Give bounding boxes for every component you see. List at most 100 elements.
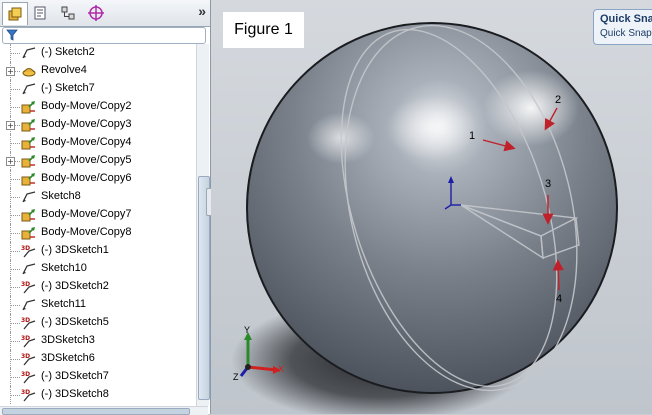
tree-connector (11, 305, 20, 306)
tree-item[interactable]: Body-Move/Copy4 (0, 134, 196, 152)
panel-tab-bar: » (0, 0, 210, 27)
tree-connector (11, 251, 20, 252)
quick-snaps-subtitle: Quick Snaps (600, 28, 652, 39)
more-tabs-button[interactable]: » (198, 3, 206, 19)
configuration-manager-tab[interactable] (56, 2, 80, 24)
feature-manager-tab[interactable] (2, 2, 28, 25)
tree-item[interactable]: Sketch8 (0, 188, 196, 206)
tree-item[interactable]: Body-Move/Copy6 (0, 170, 196, 188)
figure-label: Figure 1 (223, 12, 304, 48)
specular-highlight (385, 96, 477, 160)
tree-item-label: Sketch8 (41, 190, 81, 202)
tree-item[interactable]: 3D (-) 3DSketch8 (0, 386, 196, 404)
tree-item-label: 3DSketch3 (41, 334, 95, 346)
tree-item[interactable]: 3D (-) 3DSketch1 (0, 242, 196, 260)
tree-item[interactable]: Sketch11 (0, 296, 196, 314)
tree-item[interactable]: 3D (-) 3DSketch5 (0, 314, 196, 332)
sketch-icon (21, 297, 37, 313)
triad-z-label: Z (233, 372, 239, 382)
tree-item-label: Body-Move/Copy6 (41, 172, 132, 184)
tree-item[interactable]: + Body-Move/Copy5 (0, 152, 196, 170)
tree-item-label: Body-Move/Copy3 (41, 118, 132, 130)
tree-item-label: (-) 3DSketch1 (41, 244, 109, 256)
tree-item[interactable]: + Body-Move/Copy3 (0, 116, 196, 134)
callout-label-2: 2 (555, 94, 562, 106)
sketch3d-icon: 3D (21, 387, 37, 403)
tree-connector (11, 233, 20, 234)
sketch3d-icon: 3D (21, 369, 37, 385)
callout-label-3: 3 (545, 178, 552, 190)
tree-connector (11, 323, 20, 324)
tree-item-label: Body-Move/Copy5 (41, 154, 132, 166)
move-icon (21, 135, 37, 151)
tree-item[interactable]: (-) Sketch2 (0, 44, 196, 62)
tree-item-label: Body-Move/Copy2 (41, 100, 132, 112)
tree-item-label: Body-Move/Copy7 (41, 208, 132, 220)
tree-item[interactable]: (-) Sketch7 (0, 80, 196, 98)
feature-manager-panel: » (-) Sketch2 + Revolve4 (-) Sketch7 Body-Mo… (0, 0, 211, 415)
tree-item-label: (-) Sketch7 (41, 82, 95, 94)
property-manager-tab[interactable] (28, 2, 52, 24)
sketch-icon (21, 261, 37, 277)
tree-connector (11, 197, 20, 198)
feature-manager-tab-icon (8, 7, 22, 21)
tree-item-label: (-) Sketch2 (41, 46, 95, 58)
triad-y-label: Y (244, 325, 251, 335)
tree-item[interactable]: Body-Move/Copy7 (0, 206, 196, 224)
revolve-icon (21, 63, 37, 79)
tree-connector (11, 215, 20, 216)
move-icon (21, 171, 37, 187)
graphics-viewport[interactable]: Figure 1 Quick Snaps Quick Snaps 1 2 3 4… (211, 0, 652, 414)
tree-item-label: Body-Move/Copy4 (41, 136, 132, 148)
tree-filter-box[interactable] (2, 27, 206, 44)
move-icon (21, 225, 37, 241)
tree-item[interactable]: 3D 3DSketch6 (0, 350, 196, 368)
tree-connector (11, 89, 20, 90)
tree-item[interactable]: 3D (-) 3DSketch7 (0, 368, 196, 386)
tree-item[interactable]: Body-Move/Copy8 (0, 224, 196, 242)
tree-item-label: (-) 3DSketch5 (41, 316, 109, 328)
quick-snaps-title: Quick Snaps (600, 13, 652, 25)
property-manager-tab-icon (34, 6, 46, 20)
tree-connector (11, 143, 20, 144)
specular-highlight (483, 70, 579, 146)
callout-arrow-4 (552, 259, 564, 291)
tree-item[interactable]: + Revolve4 (0, 62, 196, 80)
sketch-icon (21, 45, 37, 61)
tree-connector (11, 53, 20, 54)
sketch3d-icon: 3D (21, 243, 37, 259)
sketch3d-icon: 3D (21, 315, 37, 331)
expand-toggle[interactable]: + (6, 67, 15, 76)
triad-x-label: X (278, 364, 285, 374)
sphere-body (246, 22, 618, 394)
sketch-icon (21, 189, 37, 205)
tree-item-label: (-) 3DSketch2 (41, 280, 109, 292)
configuration-manager-tab-icon (61, 6, 75, 20)
tree-connector (11, 179, 20, 180)
callout-label-4: 4 (556, 293, 563, 305)
dimxpert-manager-tab[interactable] (84, 2, 108, 24)
sketch3d-icon: 3D (21, 351, 37, 367)
move-icon (21, 117, 37, 133)
tree-item-label: Sketch11 (41, 298, 87, 310)
tree-item-label: Revolve4 (41, 64, 87, 76)
tree-vertical-scrollbar[interactable] (196, 44, 210, 406)
tree-item-label: Sketch10 (41, 262, 87, 274)
move-icon (21, 99, 37, 115)
filter-icon (6, 29, 18, 41)
expand-toggle[interactable]: + (6, 121, 15, 130)
tree-item-label: (-) 3DSketch8 (41, 388, 109, 400)
tree-connector (11, 359, 20, 360)
tree-item-label: (-) 3DSketch7 (41, 370, 109, 382)
tree-connector (11, 377, 20, 378)
quick-snaps-tooltip[interactable]: Quick Snaps Quick Snaps (593, 9, 652, 45)
expand-toggle[interactable]: + (6, 157, 15, 166)
tree-item[interactable]: 3D 3DSketch3 (0, 332, 196, 350)
tree-item[interactable]: Body-Move/Copy2 (0, 98, 196, 116)
tree-connector (11, 269, 20, 270)
tree-connector (11, 341, 20, 342)
tree-connector (11, 395, 20, 396)
move-icon (21, 153, 37, 169)
tree-item[interactable]: Sketch10 (0, 260, 196, 278)
tree-item[interactable]: 3D (-) 3DSketch2 (0, 278, 196, 296)
